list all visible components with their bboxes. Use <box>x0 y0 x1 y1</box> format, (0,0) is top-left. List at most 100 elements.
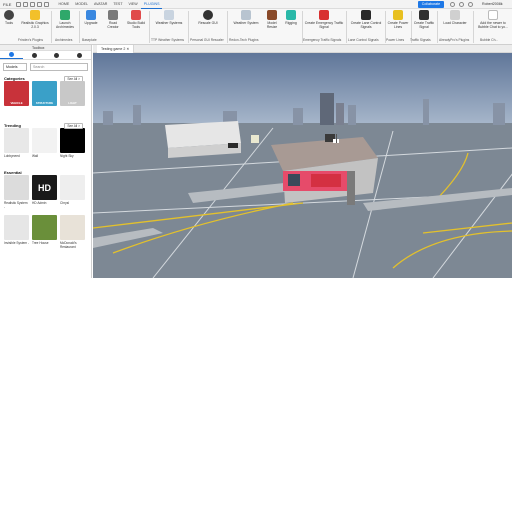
new-file-icon[interactable] <box>16 1 22 7</box>
cloud-icon <box>164 10 174 20</box>
asset-card[interactable]: Lobbyneed <box>4 128 29 168</box>
load-character-button[interactable]: Load Character <box>439 10 471 25</box>
file-menu[interactable]: FILE <box>0 2 14 7</box>
lane-control-button[interactable]: Create Lane Control Signals <box>348 10 384 29</box>
archimedes-button[interactable]: Launch Archimedes <box>53 10 77 29</box>
category-card[interactable]: LIGHT <box>60 81 85 121</box>
asset-thumbnail <box>4 175 29 200</box>
trending-heading: Trending <box>4 123 21 128</box>
ribbon-tabs: HOME MODEL AVATAR TEST VIEW PLUGINS <box>55 0 163 9</box>
trending-row: Lobbyneed Wall Night Sky <box>0 128 91 168</box>
trending-section: Trending See All > <box>0 121 91 129</box>
asset-card[interactable]: Wall <box>32 128 57 168</box>
asset-caption: Tree House <box>32 241 49 245</box>
tab-model[interactable]: MODEL <box>72 0 91 9</box>
weather-system-button[interactable]: Weather System <box>229 10 263 25</box>
category-overlay: LIGHT <box>68 101 77 105</box>
asset-thumbnail <box>4 128 29 153</box>
tab-marketplace[interactable] <box>0 51 23 59</box>
category-select[interactable]: Models <box>3 63 27 71</box>
asset-thumbnail: HD <box>32 175 57 200</box>
ribbon-group-label: Lane Control Signals <box>348 38 379 42</box>
undo-icon[interactable] <box>37 1 43 7</box>
save-icon[interactable] <box>30 1 36 7</box>
model-resize-button[interactable]: Model Resize <box>264 10 280 29</box>
rescale-icon <box>203 10 213 20</box>
scene-render <box>93 53 512 278</box>
rescale-gui-button[interactable]: Rescale GUI <box>190 10 226 25</box>
collaborate-button[interactable]: Collaborate <box>418 1 444 8</box>
flagpole <box>336 134 337 143</box>
upgrade-button[interactable]: Upgrade <box>81 10 101 25</box>
quick-access-toolbar <box>16 1 50 7</box>
notifications-icon[interactable] <box>450 2 455 7</box>
plugin-label: Rescale GUI <box>198 21 218 25</box>
username[interactable]: Robert2008k <box>482 0 503 9</box>
realistic-graphics-button[interactable]: Realistic Graphics 2.0.3 <box>20 10 50 29</box>
toolbox-search-row: Models Search <box>0 60 91 74</box>
traffic-signal-button[interactable]: Create Traffic Signal <box>412 10 436 29</box>
categories-row: VEHICLE STRUCTURE LIGHT <box>0 81 91 121</box>
essential-row-2: Invisible System - Tree House McDonald's… <box>0 215 91 255</box>
tab-avatar[interactable]: AVATAR <box>91 0 110 9</box>
redo-icon[interactable] <box>44 1 50 7</box>
bubble-chat-button[interactable]: Add the newer to Bubble Chat to yo... <box>475 10 511 29</box>
power-lines-button[interactable]: Create Power Lines <box>386 10 410 29</box>
weather-systems-button[interactable]: Weather Systems <box>151 10 187 25</box>
tab-test[interactable]: TEST <box>110 0 125 9</box>
ribbon-group-label: Archimedes <box>55 38 73 42</box>
essential-heading: Essential <box>4 170 22 175</box>
build-tools-icon <box>131 10 141 20</box>
asset-card[interactable]: Night Sky <box>60 128 85 168</box>
header-icons <box>450 2 473 7</box>
studio-build-tools-button[interactable]: Studio Build Tools <box>124 10 148 29</box>
emergency-signal-button[interactable]: Create Emergency Traffic Signal <box>304 10 344 29</box>
ribbon-group-label: Frindex's Plugins <box>18 38 44 42</box>
category-card[interactable]: STRUCTURE <box>32 81 57 121</box>
tab-testing-game[interactable]: Testing game 2 ✕ <box>97 45 135 53</box>
asset-caption: Invisible System - <box>4 241 29 245</box>
toolbox-panel: Toolbox Models Search Categories See All… <box>0 45 92 278</box>
category-overlay: STRUCTURE <box>35 101 54 105</box>
category-thumbnail: STRUCTURE <box>32 81 57 106</box>
tab-creations[interactable] <box>68 51 91 59</box>
tower <box>336 103 344 125</box>
category-overlay: VEHICLE <box>10 101 23 105</box>
tab-plugins[interactable]: PLUGINS <box>140 0 163 9</box>
tab-inventory[interactable] <box>23 51 46 59</box>
grid-icon <box>31 52 37 58</box>
search-input[interactable]: Search <box>30 63 88 71</box>
3d-viewport[interactable] <box>93 53 512 278</box>
tools-button[interactable]: Tools <box>2 10 16 25</box>
category-card[interactable]: VEHICLE <box>4 81 29 121</box>
tab-home[interactable]: HOME <box>55 0 72 9</box>
ribbon-group-label: Baseplate <box>82 38 97 42</box>
character-icon <box>450 10 460 20</box>
asset-card[interactable]: McDonald's Restaurant <box>60 215 85 255</box>
plugin-label: Weather System <box>233 21 259 25</box>
rigging-button[interactable]: Rigging <box>282 10 300 25</box>
asset-card[interactable]: Invisible System - <box>4 215 29 255</box>
ribbon-divider <box>188 11 189 43</box>
tower <box>320 93 334 125</box>
road-icon <box>108 10 118 20</box>
plugin-label: Load Character <box>443 21 467 25</box>
settings-icon[interactable] <box>468 2 473 7</box>
ribbon-divider <box>51 11 52 43</box>
plugin-label: Tools <box>5 21 13 25</box>
road-creator-button[interactable]: Road Creator <box>103 10 123 29</box>
asset-card[interactable]: HD HD Admin <box>32 175 57 215</box>
asset-card[interactable]: Realistic System - <box>4 175 29 215</box>
weather-icon <box>241 10 251 20</box>
asset-card[interactable]: Chrysl <box>60 175 85 215</box>
traffic-light-icon <box>419 10 429 20</box>
plugin-label: Add the newer to Bubble Chat to yo... <box>478 21 508 29</box>
tab-view[interactable]: VIEW <box>126 0 141 9</box>
share-icon[interactable] <box>459 2 464 7</box>
tab-recent[interactable] <box>46 51 69 59</box>
see-all-trending-button[interactable]: See All > <box>64 123 83 129</box>
asset-caption: Wall <box>32 154 39 158</box>
asset-card[interactable]: Tree House <box>32 215 57 255</box>
lane-signal-icon <box>361 10 371 20</box>
open-file-icon[interactable] <box>23 1 29 7</box>
